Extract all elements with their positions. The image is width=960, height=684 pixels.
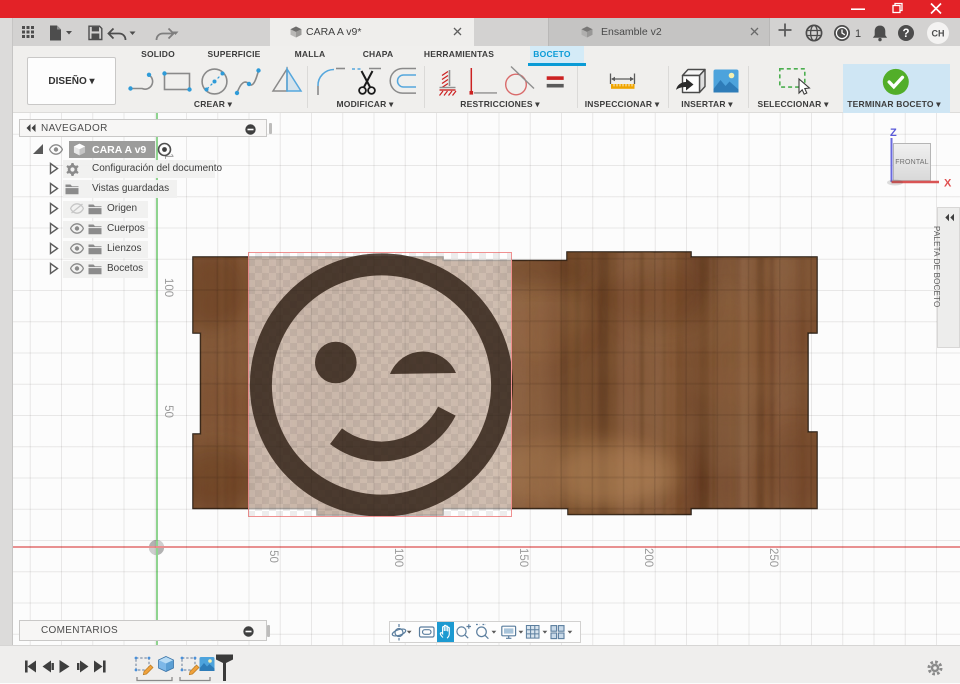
svg-text:CH: CH	[932, 29, 945, 39]
svg-text:Z: Z	[890, 127, 897, 139]
svg-text:X: X	[944, 178, 952, 190]
svg-text:?: ?	[902, 28, 909, 40]
svg-text:1: 1	[855, 28, 861, 40]
